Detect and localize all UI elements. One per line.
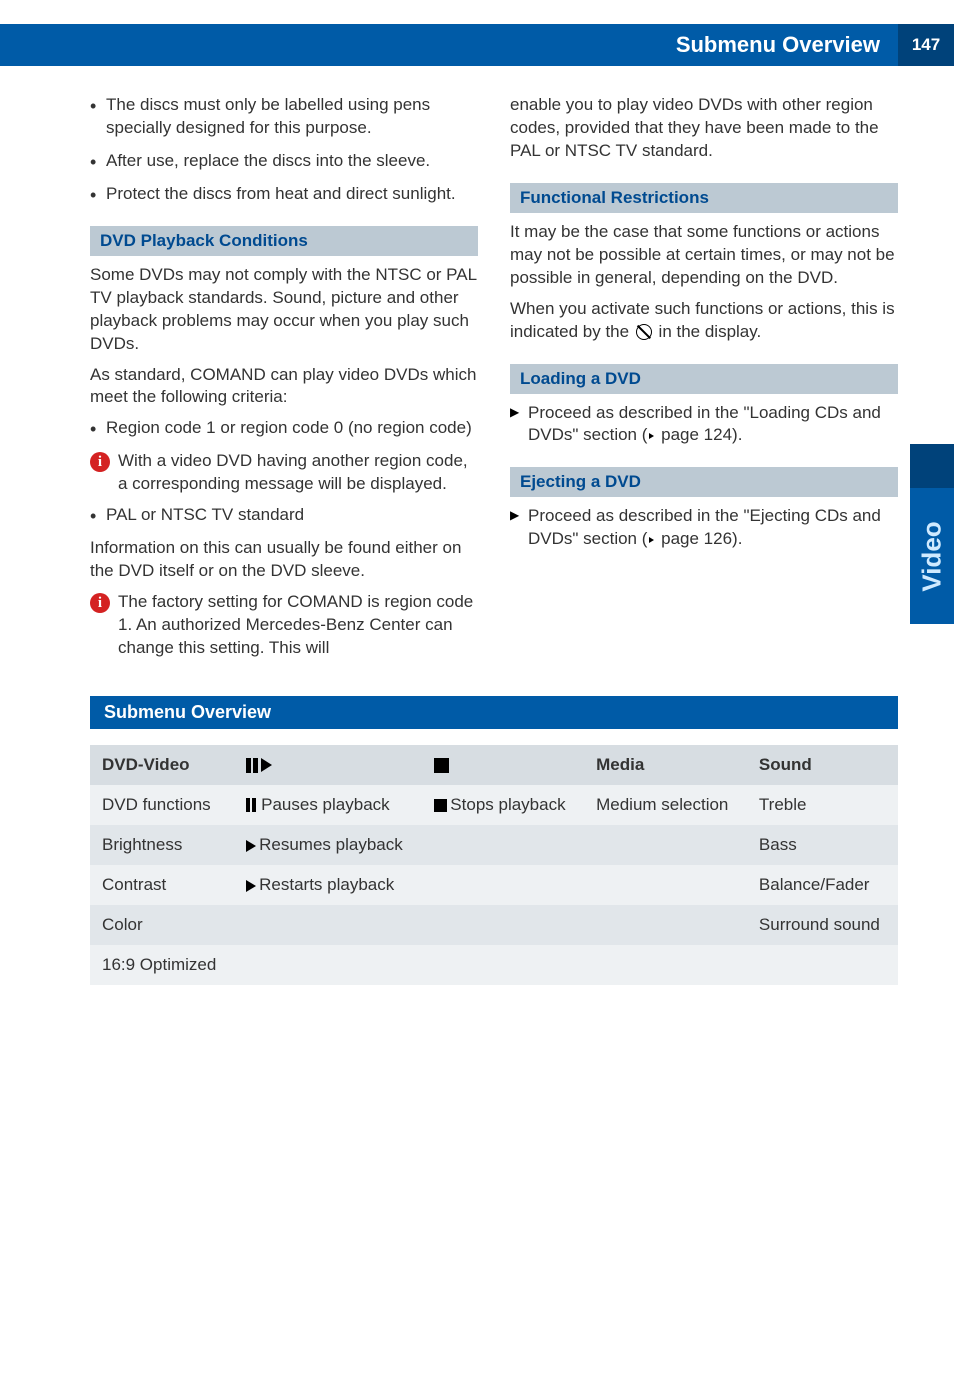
pause-play-icon <box>246 758 274 773</box>
procedure-step: Proceed as described in the "Ejecting CD… <box>510 505 898 551</box>
body-text: enable you to play video DVDs with other… <box>510 94 898 163</box>
page-title: Submenu Overview <box>676 32 888 58</box>
body-text: Some DVDs may not comply with the NTSC o… <box>90 264 478 356</box>
col-media: Media <box>584 745 747 785</box>
body-text: It may be the case that some functions o… <box>510 221 898 290</box>
list-item: PAL or NTSC TV standard <box>90 504 478 527</box>
info-icon: i <box>90 593 110 613</box>
chapter-tab: Video <box>910 444 954 624</box>
procedure-step: Proceed as described in the "Loading CDs… <box>510 402 898 448</box>
page-header: Submenu Overview 147 <box>0 24 954 66</box>
page-ref-icon <box>649 433 654 439</box>
table-row: Color Surround sound <box>90 905 898 945</box>
info-note: i With a video DVD having another region… <box>90 450 478 496</box>
disc-care-list: The discs must only be labelled using pe… <box>90 94 478 206</box>
list-item: The discs must only be labelled using pe… <box>90 94 478 140</box>
info-text: With a video DVD having another region c… <box>118 450 478 496</box>
section-heading-playback: DVD Playback Conditions <box>90 226 478 256</box>
col-pause-play <box>234 745 422 785</box>
procedure-list: Proceed as described in the "Loading CDs… <box>510 402 898 448</box>
procedure-list: Proceed as described in the "Ejecting CD… <box>510 505 898 551</box>
col-stop <box>422 745 584 785</box>
left-column: The discs must only be labelled using pe… <box>90 94 478 668</box>
section-heading-loading: Loading a DVD <box>510 364 898 394</box>
table-row: Contrast Restarts playback Balance/Fader <box>90 865 898 905</box>
info-icon: i <box>90 452 110 472</box>
table-row: Brightness Resumes playback Bass <box>90 825 898 865</box>
section-heading-ejecting: Ejecting a DVD <box>510 467 898 497</box>
page-ref-icon <box>649 537 654 543</box>
body-text: As standard, COMAND can play video DVDs … <box>90 364 478 410</box>
page-number: 147 <box>898 24 954 66</box>
right-column: enable you to play video DVDs with other… <box>510 94 898 668</box>
col-dvd-video: DVD-Video <box>90 745 234 785</box>
body-text: When you activate such functions or acti… <box>510 298 898 344</box>
table-row: DVD functions Pauses playback Stops play… <box>90 785 898 825</box>
list-item: Protect the discs from heat and direct s… <box>90 183 478 206</box>
play-icon <box>246 840 256 852</box>
body-text: Information on this can usually be found… <box>90 537 478 583</box>
no-entry-icon <box>636 324 652 340</box>
col-sound: Sound <box>747 745 898 785</box>
info-note: i The factory setting for COMAND is regi… <box>90 591 478 660</box>
submenu-table: DVD-Video Media Sound DVD functions Paus… <box>90 745 898 985</box>
play-icon <box>246 880 256 892</box>
chapter-tab-label: Video <box>917 521 948 591</box>
submenu-overview-bar: Submenu Overview <box>90 696 898 729</box>
table-header-row: DVD-Video Media Sound <box>90 745 898 785</box>
stop-icon <box>434 758 449 773</box>
stop-icon <box>434 799 447 812</box>
info-text: The factory setting for COMAND is region… <box>118 591 478 660</box>
list-item: After use, replace the discs into the sl… <box>90 150 478 173</box>
table-row: 16:9 Optimized <box>90 945 898 985</box>
section-heading-restrictions: Functional Restrictions <box>510 183 898 213</box>
pause-icon <box>246 798 258 812</box>
list-item: Region code 1 or region code 0 (no regio… <box>90 417 478 440</box>
